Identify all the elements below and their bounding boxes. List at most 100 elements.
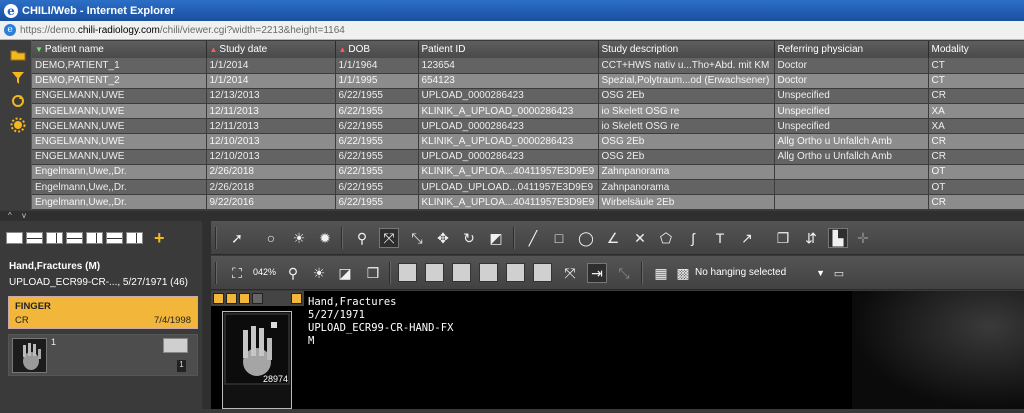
viewer-filter-icon[interactable] (239, 293, 250, 304)
circle-roi-icon[interactable]: ○ (261, 228, 281, 248)
contrast-icon[interactable]: ✹ (315, 228, 335, 248)
grid-3x3-icon[interactable] (533, 263, 552, 282)
layout-1x3-icon[interactable] (106, 232, 123, 244)
toolbar-separator (215, 262, 217, 284)
brightness-icon[interactable]: ☀ (289, 228, 309, 248)
link-icon[interactable]: ⤡ (614, 263, 634, 283)
table-row[interactable]: ENGELMANN,UWE 12/11/2013 6/22/1955 KLINIK_A… (32, 103, 1024, 120)
refresh-icon[interactable] (9, 92, 26, 109)
layout-1x1-icon[interactable] (6, 232, 23, 244)
layout-2x1-icon[interactable] (26, 232, 43, 244)
layout-2x2-icon[interactable] (66, 232, 83, 244)
cell-study-date: 12/11/2013 (206, 103, 336, 120)
zoom-select-icon[interactable]: ⤡ (407, 228, 427, 248)
angle-icon[interactable]: ∠ (603, 228, 623, 248)
freehand-icon[interactable]: ʃ (683, 228, 703, 248)
vertical-divider[interactable] (202, 221, 211, 409)
grid-2x2-icon[interactable] (479, 263, 498, 282)
viewer-thumbnail[interactable]: 28974 (222, 311, 292, 409)
series-card[interactable]: 1 1 (8, 334, 198, 376)
rectangle-roi-icon[interactable]: □ (549, 228, 569, 248)
cobb-angle-icon[interactable]: ✕ (630, 228, 650, 248)
layout-3x1-icon[interactable] (86, 232, 103, 244)
layout-1x2-icon[interactable] (46, 232, 63, 244)
3d-view-icon[interactable]: ❒ (363, 263, 383, 283)
sort-ascending-icon: ▼ (35, 45, 43, 54)
crosshair-icon[interactable]: ✛ (853, 228, 873, 248)
column-header-patient-name[interactable]: ▼ Patient name (32, 41, 207, 58)
brightness-reset-icon[interactable]: ☀ (309, 263, 329, 283)
hanging-select[interactable]: No hanging selected ▼ (695, 264, 825, 282)
url-prefix: https://demo. (20, 24, 78, 36)
cell-study-description: Wirbelsäule 2Eb (598, 194, 775, 211)
overlay-toggle-icon[interactable]: ▙ (828, 228, 848, 248)
cell-patient-id: KLINIK_A_UPLOA...40411957E3D9E9 (418, 194, 599, 211)
line-measure-icon[interactable]: ╱ (523, 228, 543, 248)
table-row[interactable]: DEMO,PATIENT_1 1/1/2014 1/1/1964 123654 CCT+… (32, 58, 1024, 74)
zoom-lens-icon[interactable]: ⚲ (283, 263, 303, 283)
address-bar[interactable]: e https://demo. chili-radiology.com/chili… (0, 21, 1024, 40)
table-row[interactable]: ENGELMANN,UWE 12/10/2013 6/22/1955 UPLOAD_0… (32, 149, 1024, 165)
cell-study-date: 9/22/2016 (206, 194, 336, 211)
text-annotation-icon[interactable]: T (710, 228, 730, 248)
table-row[interactable]: Engelmann,Uwe,,Dr. 9/22/2016 6/22/1955 KLIN… (32, 194, 1024, 211)
column-header-study-date[interactable]: ▲ Study date (206, 41, 336, 58)
column-header-modality[interactable]: Modality (928, 41, 1024, 58)
stack-icon[interactable]: ❐ (773, 228, 793, 248)
table-row[interactable]: DEMO,PATIENT_2 1/1/2014 1/1/1995 654123 Spez… (32, 73, 1024, 89)
grid-3x2-icon[interactable] (506, 263, 525, 282)
viewer-expand-icon[interactable] (252, 293, 263, 304)
ellipse-roi-icon[interactable]: ◯ (576, 228, 596, 248)
table-row[interactable]: ENGELMANN,UWE 12/13/2013 6/22/1955 UPLOAD_0… (32, 88, 1024, 105)
viewer-pin-icon[interactable] (291, 293, 302, 304)
fullscreen-icon[interactable]: ⤧ (560, 263, 580, 283)
series-thumbnail[interactable] (12, 338, 47, 373)
table-row[interactable]: Engelmann,Uwe,,Dr. 2/26/2018 6/22/1955 KLIN… (32, 164, 1024, 181)
invert-icon[interactable]: ◪ (335, 263, 355, 283)
window-level-icon[interactable]: ◩ (486, 228, 506, 248)
settings-icon[interactable] (9, 116, 26, 133)
magnifier-icon[interactable]: ⚲ (352, 228, 372, 248)
table-row[interactable]: ENGELMANN,UWE 12/10/2013 6/22/1955 KLINIK_A… (32, 133, 1024, 150)
viewer-menu-icon[interactable] (213, 293, 224, 304)
viewer-overlay-text: Hand,Fractures 5/27/1971 UPLOAD_ECR99-CR… (308, 296, 453, 348)
cell-dob: 6/22/1955 (335, 103, 419, 120)
grid-1x1-icon[interactable] (398, 263, 417, 282)
table-header-row: ▼ Patient name ▲ Study date ▲ DOB Patient I… (32, 41, 1024, 58)
pointer-icon[interactable]: ➚ (227, 228, 247, 248)
table-row[interactable]: Engelmann,Uwe,,Dr. 2/26/2018 6/22/1955 UPLO… (32, 179, 1024, 196)
sort-images-icon[interactable]: ⇵ (801, 228, 821, 248)
column-header-referring-physician[interactable]: Referring physician (774, 41, 929, 58)
zoom-fit-icon[interactable]: ⤧ (379, 228, 399, 248)
filter-icon[interactable] (9, 69, 26, 86)
rotate-icon[interactable]: ↻ (459, 228, 479, 248)
column-header-dob[interactable]: ▲ DOB (335, 41, 419, 58)
sync-icon[interactable]: ⇥ (587, 263, 607, 283)
polygon-icon[interactable]: ⬠ (656, 228, 676, 248)
hanging-protocol-icon[interactable]: ▦ (651, 263, 671, 283)
grid-1x2-icon[interactable] (425, 263, 444, 282)
save-icon[interactable]: ▭ (829, 263, 849, 283)
cell-study-description: CCT+HWS nativ u...Tho+Abd. mit KM (598, 58, 775, 74)
overlay-sex: M (308, 335, 315, 347)
pan-icon[interactable]: ✥ (433, 228, 453, 248)
cell-referring-physician: Unspecified (774, 88, 929, 105)
study-card[interactable]: FINGER CR 7/4/1998 (8, 296, 198, 329)
grid-2x1-icon[interactable] (452, 263, 471, 282)
column-header-study-description[interactable]: Study description (598, 41, 775, 58)
layout-4x1-icon[interactable] (126, 232, 143, 244)
folder-icon[interactable] (9, 46, 26, 63)
arrow-annotation-icon[interactable]: ↗ (737, 228, 757, 248)
table-row[interactable]: ENGELMANN,UWE 12/11/2013 6/22/1955 UPLOAD_0… (32, 118, 1024, 135)
pane-splitter[interactable]: ^ v (0, 211, 1024, 221)
patient-detail: UPLOAD_ECR99-CR-..., 5/27/1971 (46) (9, 277, 188, 288)
fit-size-icon[interactable]: ⛶ (227, 263, 247, 283)
overlay-patient-name: Hand,Fractures (308, 296, 397, 308)
cell-patient-id: KLINIK_A_UPLOA...40411957E3D9E9 (418, 164, 599, 181)
viewer-right-pane[interactable] (852, 291, 1024, 409)
viewer-list-icon[interactable] (226, 293, 237, 304)
toolbar-separator (641, 262, 643, 284)
add-layout-icon[interactable]: + (154, 228, 165, 249)
column-header-patient-id[interactable]: Patient ID (418, 41, 599, 58)
hanging-config-icon[interactable]: ▩ (673, 263, 693, 283)
